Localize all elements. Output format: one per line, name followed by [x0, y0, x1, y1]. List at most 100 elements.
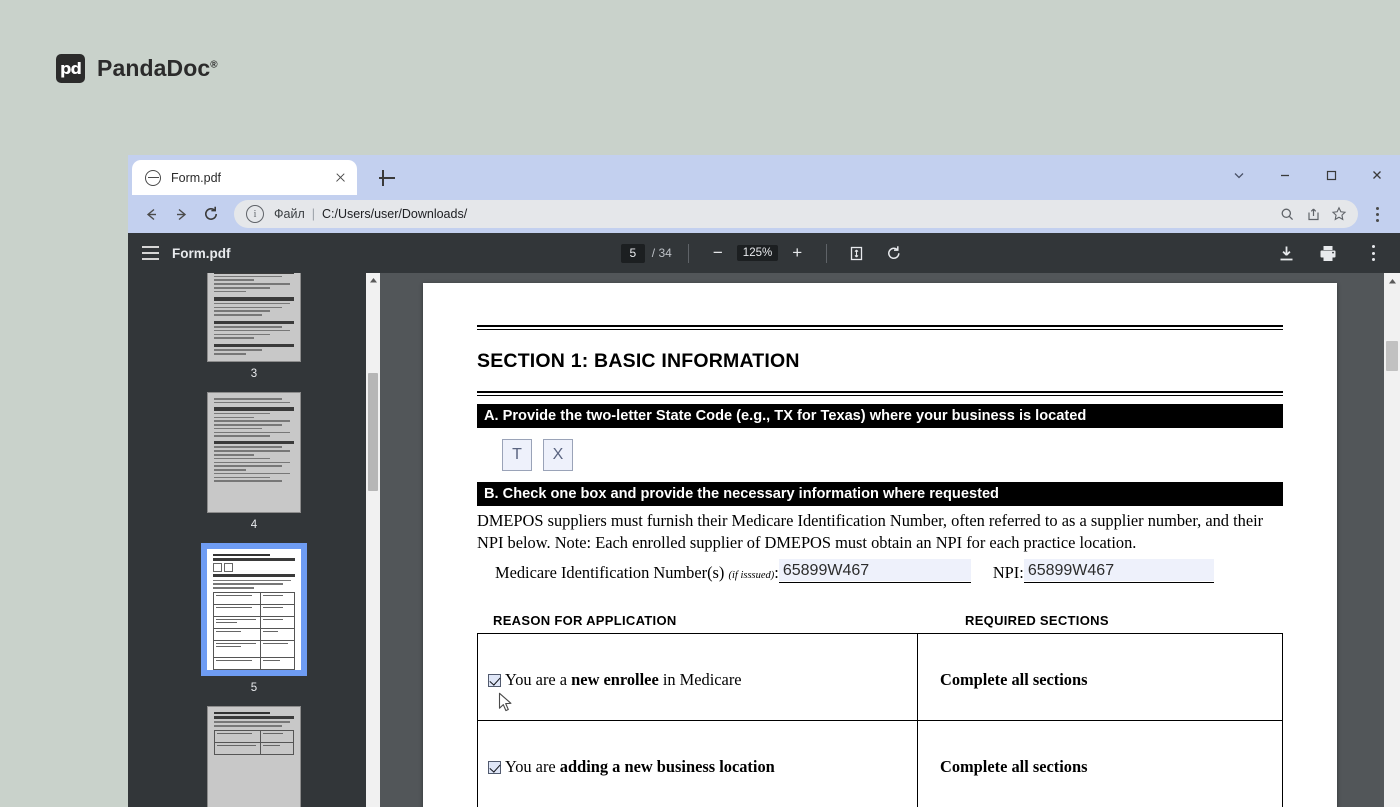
table-header-reason: REASON FOR APPLICATION	[493, 613, 677, 629]
npi-label: NPI:	[992, 563, 1024, 583]
thumbnail-item-selected[interactable]: 5	[128, 543, 380, 694]
thumbnail-item[interactable]: 6	[128, 706, 380, 807]
pdf-toolbar-actions	[1277, 238, 1386, 268]
table-cell-required: Complete all sections	[940, 757, 1088, 777]
pdf-viewer: 3 4 5 SECTION 1: BASIC INFORMATION A. Pr…	[128, 273, 1400, 807]
thumbnail-sidebar: 3 4 5	[128, 273, 380, 807]
thumbnail-page-4[interactable]	[207, 392, 301, 513]
forward-button[interactable]	[166, 199, 196, 229]
table-cell-reason: You are a new enrollee in Medicare	[478, 634, 918, 721]
page-total-label: / 34	[651, 246, 672, 260]
page-number-input[interactable]: 5	[620, 243, 645, 263]
info-icon: i	[246, 205, 264, 223]
download-icon[interactable]	[1277, 244, 1296, 263]
pandadoc-mark-icon: pd	[56, 54, 85, 83]
section-title: SECTION 1: BASIC INFORMATION	[477, 350, 800, 372]
medicare-id-value: 65899W467	[778, 559, 971, 582]
address-bar[interactable]: i Файл | C:/Users/user/Downloads/	[234, 200, 1358, 228]
close-tab-icon[interactable]	[332, 169, 349, 186]
minimize-button[interactable]	[1262, 155, 1308, 195]
maximize-button[interactable]	[1308, 155, 1354, 195]
back-button[interactable]	[136, 199, 166, 229]
reason-text: You are a new enrollee in Medicare	[505, 670, 742, 690]
pandadoc-logo: pd PandaDoc®	[56, 54, 218, 83]
tab-title: Form.pdf	[171, 170, 222, 185]
divider	[826, 243, 828, 263]
print-icon[interactable]	[1318, 244, 1338, 263]
state-code-fields: T X	[502, 439, 1283, 471]
zoom-level-value[interactable]: 125%	[736, 245, 779, 261]
zoom-in-button[interactable]: +	[784, 240, 810, 266]
close-window-button[interactable]	[1354, 155, 1400, 195]
thumbnail-item[interactable]: 3	[128, 273, 380, 380]
zoom-out-button[interactable]: −	[705, 240, 731, 266]
thumbnail-item[interactable]: 4	[128, 392, 380, 531]
chevron-down-icon[interactable]	[1216, 155, 1262, 195]
state-code-char-2[interactable]: X	[543, 439, 573, 471]
state-code-char-1[interactable]: T	[502, 439, 532, 471]
reason-bold: adding a new business location	[559, 757, 775, 777]
table-row: You are a new enrollee in Medicare Compl…	[478, 634, 1282, 722]
tab-form-pdf[interactable]: Form.pdf	[132, 160, 357, 195]
pdf-toolbar: Form.pdf 5 / 34 − 125% +	[128, 233, 1400, 273]
bookmark-star-icon[interactable]	[1326, 201, 1352, 227]
browser-toolbar: i Файл | C:/Users/user/Downloads/	[128, 195, 1400, 233]
identification-fields-row: Medicare Identification Number(s) (if is…	[495, 559, 1283, 584]
rotate-icon[interactable]	[881, 240, 907, 266]
section-b-paragraph: DMEPOS suppliers must furnish their Medi…	[477, 511, 1264, 552]
section-a-heading: A. Provide the two-letter State Code (e.…	[477, 404, 1283, 428]
document-scrollbar[interactable]	[1384, 273, 1400, 807]
checkbox-line: You are a new enrollee in Medicare	[488, 670, 907, 690]
divider	[687, 243, 689, 263]
thumbnail-page-label: 3	[250, 368, 258, 380]
more-options-icon[interactable]	[1360, 238, 1386, 268]
table-cell-reason: You are adding a new business location	[478, 721, 918, 807]
scroll-up-icon[interactable]	[1384, 273, 1400, 289]
table-header-sections: REQUIRED SECTIONS	[965, 613, 1109, 629]
hamburger-icon[interactable]	[128, 246, 172, 260]
reload-button[interactable]	[196, 199, 226, 229]
new-tab-button[interactable]	[375, 166, 399, 190]
checkbox-new-business-location[interactable]	[488, 761, 501, 775]
thumbnail-page-6[interactable]	[207, 706, 301, 807]
thumbnail-page-5[interactable]	[201, 543, 307, 676]
thumbnail-page-label: 4	[250, 519, 258, 531]
tab-strip: Form.pdf	[128, 155, 1400, 195]
checkbox-new-enrollee[interactable]	[488, 674, 501, 688]
table-cell-required: Complete all sections	[940, 670, 1088, 690]
reason-prefix: You are a	[505, 670, 572, 690]
share-icon[interactable]	[1300, 201, 1326, 227]
browser-menu-button[interactable]	[1364, 199, 1390, 229]
medicare-id-input[interactable]: 65899W467	[778, 559, 971, 584]
zoom-icon[interactable]	[1274, 201, 1300, 227]
thumbnail-page-preview	[207, 549, 301, 670]
checkbox-line: You are adding a new business location	[488, 757, 907, 777]
medicare-id-label: Medicare Identification Number(s) (if is…	[495, 563, 779, 583]
globe-icon	[145, 169, 161, 186]
reason-bold: new enrollee	[571, 670, 659, 690]
scroll-up-icon[interactable]	[366, 273, 380, 287]
browser-window: Form.pdf i Файл | C:/Users/user/Download…	[128, 155, 1400, 807]
mouse-cursor-icon	[498, 692, 515, 719]
window-controls	[1216, 155, 1400, 195]
table-header-row: REASON FOR APPLICATION REQUIRED SECTIONS	[477, 613, 1283, 628]
sidebar-scrollbar[interactable]	[366, 273, 380, 807]
thumbnail-selection-highlight	[201, 543, 307, 676]
pdf-page-content: SECTION 1: BASIC INFORMATION A. Provide …	[423, 283, 1337, 807]
pdf-page: SECTION 1: BASIC INFORMATION A. Provide …	[423, 283, 1337, 807]
npi-input[interactable]: 65899W467	[1023, 559, 1214, 584]
section-b-heading: B. Check one box and provide the necessa…	[477, 482, 1283, 506]
medicare-id-label-text: Medicare Identification Number(s)	[495, 563, 725, 583]
url-separator: |	[311, 207, 315, 221]
divider	[477, 391, 1283, 396]
thumbnail-page-3[interactable]	[207, 273, 301, 362]
reason-text: You are adding a new business location	[505, 757, 775, 777]
document-scrollbar-thumb[interactable]	[1386, 341, 1398, 371]
fit-to-page-icon[interactable]	[843, 240, 869, 266]
thumbnail-list: 3 4 5	[128, 273, 380, 807]
sidebar-scrollbar-thumb[interactable]	[368, 373, 378, 491]
trademark-symbol: ®	[210, 59, 218, 71]
thumbnail-page-label: 5	[250, 682, 258, 694]
document-area: SECTION 1: BASIC INFORMATION A. Provide …	[380, 273, 1400, 807]
npi-value: 65899W467	[1023, 559, 1214, 582]
